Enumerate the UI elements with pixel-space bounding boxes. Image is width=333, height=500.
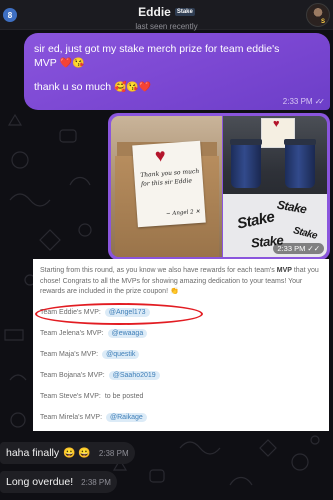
incoming-message-bubble[interactable]: haha finally 😀 😀 2:38 PM — [0, 442, 135, 464]
mvp-row: Team Steve's MVP: to be posted — [40, 391, 322, 403]
contact-info[interactable]: Eddie Stake last seen recently — [0, 3, 333, 31]
small-heart-icon: ♥ — [273, 118, 280, 130]
incoming-message-time: 2:38 PM — [81, 477, 111, 487]
message-thanks-text: thank u so much — [34, 81, 112, 93]
contact-avatar[interactable]: S — [306, 3, 330, 27]
grinning-emoji-icon: 😀 😀 — [63, 447, 91, 459]
note-handwriting: Thank you so much for this sir Eddie — [140, 167, 200, 188]
mvp-mention[interactable]: @Raikage — [106, 413, 147, 422]
mvp-row: Team Jelena's MVP: @ewaaga — [40, 328, 322, 340]
mvp-team-label: Team Maja's MVP: — [40, 351, 99, 358]
heart-emoji-icon: ❤️😘 — [59, 58, 85, 69]
mvp-row: Team Maja's MVP: @questik — [40, 349, 322, 361]
message-line-2: MVP ❤️😘 — [34, 56, 320, 71]
announcement-screenshot[interactable]: Starting from this round, as you know we… — [33, 259, 329, 431]
avatar-badge: S — [320, 19, 325, 25]
intro-bold-mvp: MVP — [276, 267, 292, 274]
face-heart-emoji-icon: 🥰😘❤️ — [113, 82, 152, 93]
message-mvp-text: MVP — [34, 57, 57, 69]
intro-text-1: Starting from this round, as you know we… — [40, 267, 275, 274]
tumbler-right — [284, 139, 316, 188]
photo-timestamp: 2:33 PM ✓✓ — [273, 243, 324, 254]
mvp-mention[interactable]: @ewaaga — [107, 329, 148, 338]
heart-sticker-icon: ♥ — [154, 145, 167, 166]
contact-last-seen: last seen recently — [135, 22, 198, 31]
mvp-team-label: Team Mirela's MVP: — [40, 414, 103, 421]
contact-emoji-status: Stake — [174, 8, 195, 16]
incoming-message-time: 2:38 PM — [98, 448, 129, 458]
mvp-pending-text: to be posted — [104, 393, 144, 400]
mvp-row: Team Mirela's MVP: @Raikage — [40, 412, 322, 424]
mvp-mention[interactable]: @Saaho2019 — [108, 371, 160, 380]
outgoing-message-bubble[interactable]: sir ed, just got my stake merch prize fo… — [24, 33, 330, 110]
note-signature: ~ Angel 2 ✕ — [165, 208, 201, 218]
message-time: 2:33 PM — [282, 97, 313, 106]
mvp-team-label: Team Steve's MVP: — [40, 393, 101, 400]
mvp-team-label: Team Jelena's MVP: — [40, 330, 104, 337]
announcement-intro: Starting from this round, as you know we… — [40, 266, 322, 298]
chat-header: 8 Eddie Stake last seen recently S — [0, 0, 333, 31]
photo-box-with-note: ♥ Thank you so much for this sir Eddie ~… — [111, 116, 222, 257]
message-line-1: sir ed, just got my stake merch prize fo… — [34, 43, 280, 55]
thank-you-note: ♥ Thank you so much for this sir Eddie ~… — [132, 140, 206, 228]
mvp-team-label: Team Bojana's MVP: — [40, 372, 105, 379]
photo-merch-items: ♥ Stake Stake Stake Stake — [223, 116, 327, 257]
mvp-row: Team Bojana's MVP: @Saaho2019 — [40, 370, 322, 382]
mvp-list: Team Eddie's MVP: @Angel173 Team Jelena'… — [40, 307, 322, 424]
incoming-message-text: haha finally — [6, 447, 60, 459]
tumbler-left — [230, 139, 262, 188]
photo-message-bubble[interactable]: ♥ Thank you so much for this sir Eddie ~… — [108, 113, 330, 260]
mvp-mention[interactable]: @questik — [102, 350, 140, 359]
message-timestamp: 2:33 PM ✓✓ — [282, 97, 326, 106]
red-highlight-circle — [35, 303, 203, 325]
incoming-message-bubble[interactable]: Long overdue! 2:38 PM — [0, 471, 117, 493]
double-check-icon: ✓✓ — [307, 244, 320, 253]
message-line-3: thank u so much 🥰😘❤️ — [34, 80, 320, 95]
incoming-message-text: Long overdue! — [6, 476, 74, 488]
double-check-icon: ✓✓ — [314, 97, 326, 106]
photo-time: 2:33 PM — [277, 244, 306, 253]
contact-name: Eddie — [138, 5, 171, 19]
